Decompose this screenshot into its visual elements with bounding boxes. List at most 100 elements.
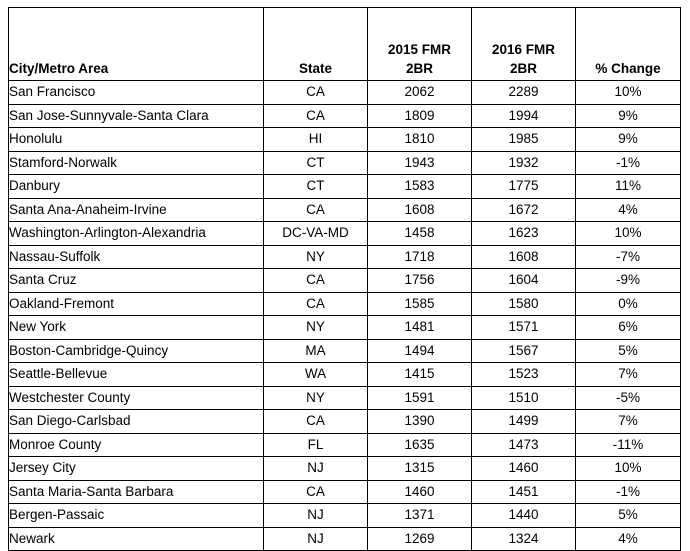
cell-fmr-2016: 1523 — [471, 362, 576, 387]
cell-fmr-2015: 1458 — [367, 221, 472, 246]
cell-fmr-2015: 1585 — [367, 291, 472, 316]
fmr-comparison-table: City/Metro Area State 2015 FMR 2BR 2016 … — [8, 7, 681, 551]
cell-city: Honolulu — [8, 127, 264, 152]
cell-city: San Jose-Sunnyvale-Santa Clara — [8, 103, 264, 128]
cell-city: Washington-Arlington-Alexandria — [8, 221, 264, 246]
cell-fmr-2015: 1591 — [367, 385, 472, 410]
table-row: Jersey City NJ 1315 1460 10% — [8, 456, 681, 481]
cell-percent-change: 10% — [575, 456, 681, 481]
cell-city: Santa Maria-Santa Barbara — [8, 479, 264, 504]
cell-fmr-2016: 1775 — [471, 174, 576, 199]
table-row: Seattle-Bellevue WA 1415 1523 7% — [8, 362, 681, 387]
cell-state: CA — [263, 197, 368, 222]
cell-percent-change: 7% — [575, 362, 681, 387]
cell-fmr-2015: 1943 — [367, 150, 472, 175]
cell-state: NJ — [263, 456, 368, 481]
cell-fmr-2015: 1371 — [367, 503, 472, 528]
cell-fmr-2015: 1269 — [367, 526, 472, 551]
table-row: San Diego-Carlsbad CA 1390 1499 7% — [8, 409, 681, 434]
table-row: Newark NJ 1269 1324 4% — [8, 526, 681, 551]
cell-fmr-2016: 1580 — [471, 291, 576, 316]
cell-state: CA — [263, 479, 368, 504]
cell-state: WA — [263, 362, 368, 387]
cell-city: San Francisco — [8, 80, 264, 105]
cell-percent-change: 7% — [575, 409, 681, 434]
cell-state: CA — [263, 103, 368, 128]
cell-state: NY — [263, 385, 368, 410]
cell-fmr-2015: 1481 — [367, 315, 472, 340]
cell-fmr-2015: 1315 — [367, 456, 472, 481]
cell-percent-change: 10% — [575, 221, 681, 246]
cell-state: CA — [263, 409, 368, 434]
cell-fmr-2016: 1623 — [471, 221, 576, 246]
table-row: Honolulu HI 1810 1985 9% — [8, 127, 681, 152]
cell-percent-change: 10% — [575, 80, 681, 105]
cell-percent-change: 11% — [575, 174, 681, 199]
cell-state: NJ — [263, 526, 368, 551]
cell-fmr-2015: 1415 — [367, 362, 472, 387]
cell-city: Stamford-Norwalk — [8, 150, 264, 175]
table-row: Monroe County FL 1635 1473 -11% — [8, 432, 681, 457]
cell-city: Danbury — [8, 174, 264, 199]
cell-fmr-2016: 1567 — [471, 338, 576, 363]
cell-fmr-2016: 1608 — [471, 244, 576, 269]
cell-city: Bergen-Passaic — [8, 503, 264, 528]
column-header-fmr-2016-line2: 2BR — [509, 61, 537, 77]
table-row: Santa Maria-Santa Barbara CA 1460 1451 -1% — [8, 479, 681, 504]
cell-fmr-2016: 1460 — [471, 456, 576, 481]
cell-fmr-2016: 1672 — [471, 197, 576, 222]
cell-fmr-2016: 1571 — [471, 315, 576, 340]
table-row: Nassau-Suffolk NY 1718 1608 -7% — [8, 244, 681, 269]
cell-state: CT — [263, 150, 368, 175]
cell-percent-change: 5% — [575, 338, 681, 363]
cell-percent-change: 5% — [575, 503, 681, 528]
cell-fmr-2016: 1440 — [471, 503, 576, 528]
cell-state: DC-VA-MD — [263, 221, 368, 246]
cell-city: Jersey City — [8, 456, 264, 481]
table-header: City/Metro Area State 2015 FMR 2BR 2016 … — [8, 7, 681, 81]
cell-percent-change: -1% — [575, 479, 681, 504]
cell-city: Westchester County — [8, 385, 264, 410]
cell-city: Newark — [8, 526, 264, 551]
cell-percent-change: 6% — [575, 315, 681, 340]
cell-city: Santa Cruz — [8, 268, 264, 293]
cell-fmr-2016: 1451 — [471, 479, 576, 504]
cell-state: NJ — [263, 503, 368, 528]
cell-city: Oakland-Fremont — [8, 291, 264, 316]
table-row: Westchester County NY 1591 1510 -5% — [8, 385, 681, 410]
table-row: San Jose-Sunnyvale-Santa Clara CA 1809 1994… — [8, 103, 681, 128]
cell-fmr-2016: 1994 — [471, 103, 576, 128]
cell-percent-change: -1% — [575, 150, 681, 175]
cell-percent-change: -9% — [575, 268, 681, 293]
cell-percent-change: 4% — [575, 526, 681, 551]
cell-state: CA — [263, 80, 368, 105]
cell-fmr-2015: 1494 — [367, 338, 472, 363]
cell-percent-change: -11% — [575, 432, 681, 457]
cell-fmr-2016: 2289 — [471, 80, 576, 105]
column-header-fmr-2015-line1: 2015 FMR — [387, 41, 452, 57]
cell-fmr-2016: 1604 — [471, 268, 576, 293]
cell-percent-change: -7% — [575, 244, 681, 269]
cell-fmr-2015: 1809 — [367, 103, 472, 128]
fmr-table-container: City/Metro Area State 2015 FMR 2BR 2016 … — [8, 7, 681, 551]
cell-fmr-2015: 2062 — [367, 80, 472, 105]
cell-city: New York — [8, 315, 264, 340]
column-header-fmr-2015-line2: 2BR — [405, 61, 433, 77]
table-row: Santa Ana-Anaheim-Irvine CA 1608 1672 4% — [8, 197, 681, 222]
column-header-fmr-2016: 2016 FMR 2BR — [471, 7, 576, 81]
cell-city: Boston-Cambridge-Quincy — [8, 338, 264, 363]
cell-fmr-2015: 1583 — [367, 174, 472, 199]
cell-percent-change: -5% — [575, 385, 681, 410]
cell-percent-change: 0% — [575, 291, 681, 316]
cell-fmr-2016: 1324 — [471, 526, 576, 551]
cell-state: CA — [263, 268, 368, 293]
cell-fmr-2015: 1460 — [367, 479, 472, 504]
cell-fmr-2015: 1756 — [367, 268, 472, 293]
cell-city: Nassau-Suffolk — [8, 244, 264, 269]
cell-city: Seattle-Bellevue — [8, 362, 264, 387]
table-row: Stamford-Norwalk CT 1943 1932 -1% — [8, 150, 681, 175]
cell-state: CT — [263, 174, 368, 199]
table-row: San Francisco CA 2062 2289 10% — [8, 80, 681, 105]
column-header-fmr-2015: 2015 FMR 2BR — [367, 7, 472, 81]
cell-state: NY — [263, 315, 368, 340]
